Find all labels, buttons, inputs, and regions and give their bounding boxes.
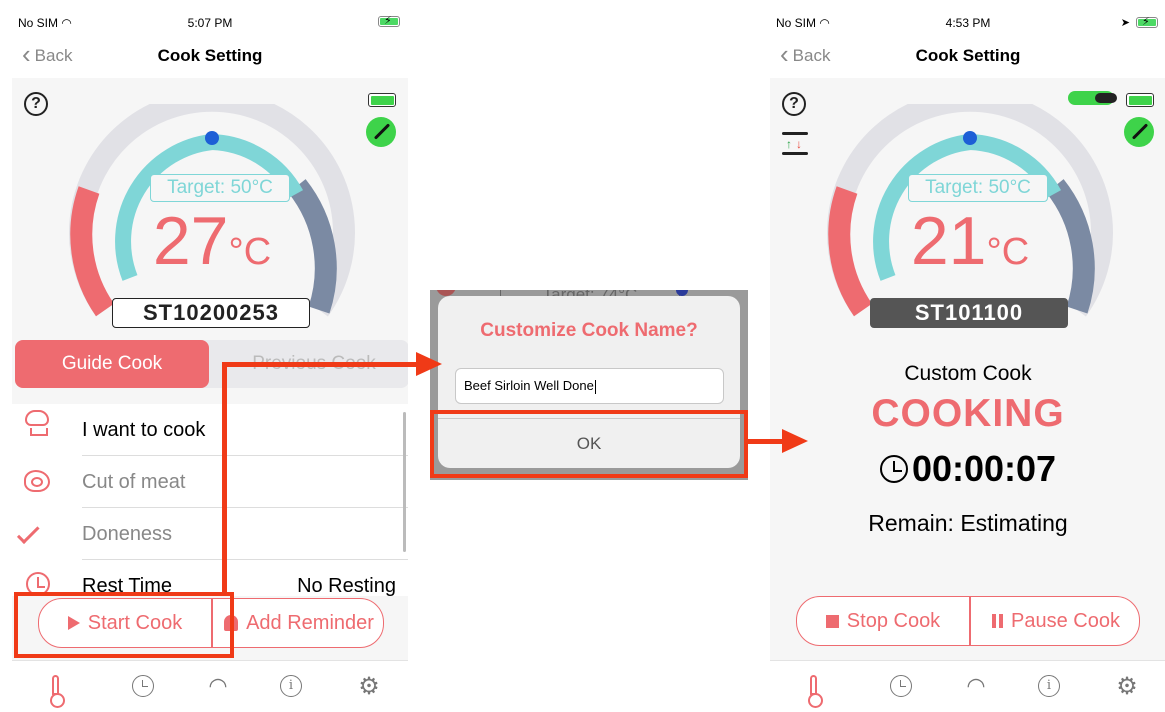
dialog-title: Customize Cook Name? xyxy=(480,320,698,341)
page-title: Cook Setting xyxy=(157,46,263,65)
tab-info[interactable]: i xyxy=(1036,673,1064,701)
swap-probe-icon[interactable]: ↑ ↓ xyxy=(782,130,810,158)
device-id-label: ST101100 xyxy=(870,298,1068,328)
add-reminder-button[interactable]: Add Reminder xyxy=(213,599,385,647)
thermometer-icon xyxy=(50,675,65,708)
navigation-bar: ‹ Back Cook Setting xyxy=(770,34,1165,78)
arrow-head-to-cooking xyxy=(782,429,808,453)
add-reminder-label: Add Reminder xyxy=(246,611,374,634)
probe-battery-icon xyxy=(1126,93,1154,107)
tab-timer[interactable] xyxy=(130,673,158,701)
target-marker xyxy=(205,131,219,145)
navigation-bar: ‹ Back Cook Setting xyxy=(12,34,408,78)
help-icon[interactable]: ? xyxy=(782,92,806,116)
wifi-icon: ◠ xyxy=(208,673,228,698)
phone-screen-cooking: No SIM ◠ 4:53 PM ➤ ⚡ ‹ Back Cook Setting ?… xyxy=(770,12,1165,712)
stop-icon xyxy=(825,614,839,628)
clock-icon xyxy=(879,455,908,483)
tab-wifi[interactable]: ◠ xyxy=(204,673,232,701)
clock-time: 4:53 PM xyxy=(945,16,991,30)
list-item-i-want-to-cook[interactable]: I want to cook xyxy=(12,404,408,456)
list-item-cut-of-meat[interactable]: Cut of meat xyxy=(12,456,408,508)
timer-icon xyxy=(890,675,912,697)
info-icon: i xyxy=(280,675,302,697)
status-bar: No SIM ◠ 5:07 PM ⚡ xyxy=(12,12,408,34)
temperature-value: 27 xyxy=(152,203,229,279)
tab-wifi[interactable]: ◠ xyxy=(962,673,990,701)
tab-bar: ◠ i ⚙ xyxy=(770,660,1165,712)
target-label: Target: 50°C xyxy=(150,174,290,202)
highlight-ok-button xyxy=(430,410,748,478)
status-battery: ⚡ xyxy=(378,15,400,27)
cook-options-list: I want to cook Cut of meat Doneness Rest… xyxy=(12,404,408,596)
battery-icon: ⚡ xyxy=(1136,16,1158,28)
list-scrollbar[interactable] xyxy=(403,412,406,552)
highlight-start-cook xyxy=(14,592,234,658)
cook-name-value: Beef Sirloin Well Done xyxy=(464,378,594,393)
list-item-rest-time[interactable]: Rest Time No Resting xyxy=(12,560,408,596)
tab-temperature[interactable] xyxy=(42,673,70,708)
tab-guide-cook[interactable]: Guide Cook xyxy=(15,340,209,388)
target-label: Target: 50°C xyxy=(908,174,1048,202)
list-item-label: I want to cook xyxy=(82,419,206,441)
pause-icon xyxy=(992,614,1004,628)
status-bar: No SIM ◠ 4:53 PM ➤ ⚡ xyxy=(770,12,1165,34)
tab-bar: ◠ i ⚙ xyxy=(12,660,408,712)
probe-connected-icon xyxy=(366,117,396,147)
probe-battery-icon xyxy=(368,93,396,107)
gear-icon: ⚙ xyxy=(1116,673,1138,700)
wifi-icon: ◠ xyxy=(966,673,986,698)
flow-arrow-to-cooking xyxy=(748,439,784,444)
timer-icon xyxy=(132,675,154,697)
cooking-status: COOKING xyxy=(871,392,1065,435)
target-marker xyxy=(963,131,977,145)
list-item-doneness[interactable]: Doneness xyxy=(12,508,408,560)
list-item-label: Cut of meat xyxy=(82,471,186,493)
page-title: Cook Setting xyxy=(915,46,1021,65)
tab-timer[interactable] xyxy=(888,673,916,701)
tab-settings[interactable]: ⚙ xyxy=(355,673,383,701)
meat-probe-icon xyxy=(1068,91,1117,105)
flow-arrow-horizontal xyxy=(222,362,418,367)
temperature-value: 21 xyxy=(910,203,987,279)
help-icon[interactable]: ? xyxy=(24,92,48,116)
checkmark-icon xyxy=(16,521,40,544)
rest-time-value: No Resting xyxy=(297,575,396,596)
temperature-unit: °C xyxy=(228,231,272,273)
thermometer-icon xyxy=(808,675,823,708)
remaining-time: Remain: Estimating xyxy=(868,510,1068,536)
pause-cook-button[interactable]: Pause Cook xyxy=(971,597,1141,645)
info-icon: i xyxy=(1038,675,1060,697)
temperature-unit: °C xyxy=(986,231,1030,273)
list-item-label: Doneness xyxy=(82,523,173,545)
cook-name-label: Custom Cook xyxy=(904,362,1032,385)
temperature-gauge: Target: 50°C 21°C xyxy=(825,104,1115,324)
current-temperature: 27°C xyxy=(67,206,357,276)
clock-time: 5:07 PM xyxy=(187,16,233,30)
location-arrow-icon: ➤ xyxy=(1120,17,1130,29)
pause-cook-label: Pause Cook xyxy=(1011,609,1120,632)
steak-icon xyxy=(24,470,50,492)
stop-cook-button[interactable]: Stop Cook xyxy=(797,597,969,645)
tab-temperature[interactable] xyxy=(800,673,828,708)
arrow-head-to-dialog xyxy=(416,352,442,376)
elapsed-time-value: 00:00:07 xyxy=(911,448,1057,489)
elapsed-timer: 00:00:07 xyxy=(770,448,1165,490)
chef-hat-icon xyxy=(25,410,49,436)
gear-icon: ⚙ xyxy=(358,673,380,700)
flow-arrow-vertical xyxy=(222,364,227,596)
device-id-label: ST10200253 xyxy=(112,298,310,328)
current-temperature: 21°C xyxy=(825,206,1115,276)
temperature-gauge: Target: 50°C 27°C xyxy=(67,104,357,324)
battery-icon: ⚡ xyxy=(378,15,400,27)
tab-settings[interactable]: ⚙ xyxy=(1113,673,1141,701)
tab-info[interactable]: i xyxy=(278,673,306,701)
stop-cook-label: Stop Cook xyxy=(846,609,941,632)
cook-name-input[interactable]: Beef Sirloin Well Done xyxy=(455,368,724,404)
status-battery: ➤ ⚡ xyxy=(1121,16,1158,29)
cook-actions: Stop Cook Pause Cook xyxy=(796,596,1140,646)
probe-connected-icon xyxy=(1124,117,1154,147)
